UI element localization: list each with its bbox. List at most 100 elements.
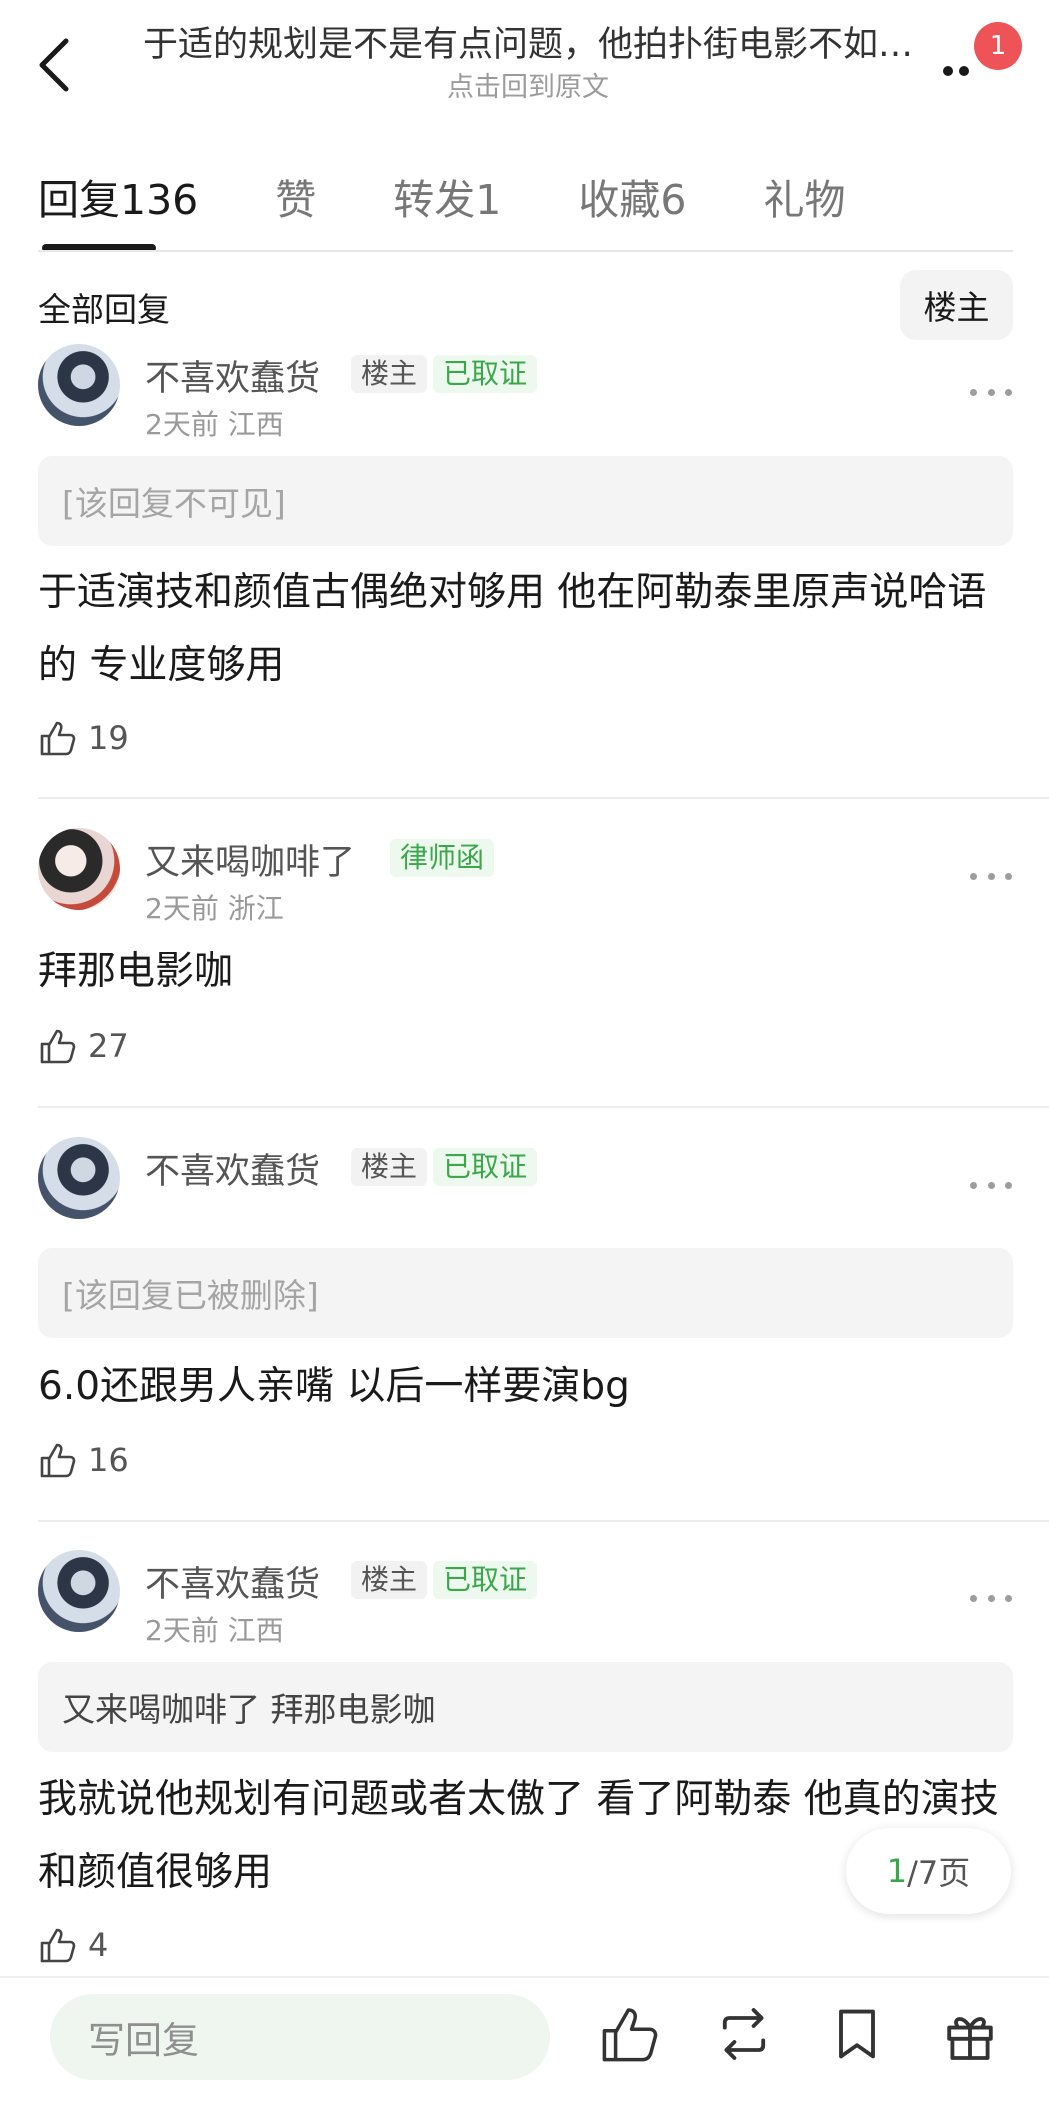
avatar[interactable] <box>38 1550 120 1632</box>
quoted-username: 又来喝咖啡了 <box>62 1690 260 1729</box>
tab-label: 转发 <box>393 176 476 224</box>
thumbs-up-icon <box>40 1443 76 1478</box>
comment-location: 浙江 <box>227 892 284 925</box>
favorite-button[interactable] <box>825 2002 889 2066</box>
divider <box>38 1106 1049 1108</box>
username[interactable]: 不喜欢蠢货 <box>145 1556 320 1607</box>
dot-icon <box>970 1181 977 1189</box>
quoted-text: 拜那电影咖 <box>270 1690 436 1729</box>
comment-location: 江西 <box>227 1614 284 1647</box>
evidence-badge: 已取证 <box>433 1561 538 1599</box>
dot-icon <box>970 388 977 396</box>
comment-meta: 2天前 江西 <box>145 1609 284 1649</box>
bookmark-icon <box>839 2009 875 2059</box>
comment-time: 2天前 <box>145 408 219 441</box>
gift-button[interactable] <box>938 2002 1002 2066</box>
hidden-reply-quote: [该回复不可见] <box>38 456 1013 546</box>
current-page: 1 <box>886 1852 908 1890</box>
tab-reposts[interactable]: 转发1 <box>393 165 501 255</box>
like-button[interactable]: 16 <box>38 1440 129 1480</box>
dot-icon <box>970 872 977 880</box>
comment-more-button[interactable] <box>970 1588 1012 1608</box>
tab-label: 赞 <box>275 176 317 224</box>
username[interactable]: 又来喝咖啡了 <box>145 834 355 885</box>
like-button[interactable]: 27 <box>38 1026 129 1066</box>
comment-more-button[interactable] <box>970 866 1012 886</box>
notification-badge[interactable]: 1 <box>974 22 1022 70</box>
thumbs-up-icon <box>602 2008 658 2062</box>
op-only-filter-button[interactable]: 楼主 <box>900 270 1013 340</box>
comment-body[interactable]: 6.0还跟男人亲嘴 以后一样要演bg <box>38 1350 1013 1423</box>
comment-time: 2天前 <box>145 1614 219 1647</box>
tab-replies[interactable]: 回复136 <box>38 165 198 255</box>
dot-icon <box>987 1594 995 1602</box>
divider <box>38 250 1013 252</box>
bottom-action-bar: 写回复 <box>0 1976 1049 2110</box>
avatar[interactable] <box>38 828 120 910</box>
comment-more-button[interactable] <box>970 1175 1012 1195</box>
like-button[interactable]: 4 <box>38 1925 108 1965</box>
repost-button[interactable] <box>712 2002 776 2066</box>
comment-location: 江西 <box>227 408 284 441</box>
dot-icon <box>987 388 995 396</box>
tab-gifts[interactable]: 礼物 <box>763 165 845 255</box>
like-count: 4 <box>88 1926 109 1964</box>
more-dot-icon <box>959 66 969 76</box>
lawyer-letter-badge: 律师函 <box>390 839 495 877</box>
like-count: 27 <box>88 1027 129 1065</box>
comment-meta: 2天前 浙江 <box>145 887 284 927</box>
divider <box>38 797 1049 799</box>
like-count: 19 <box>88 719 129 757</box>
tab-favorites[interactable]: 收藏6 <box>578 165 686 255</box>
quoted-reply[interactable]: 又来喝咖啡了 拜那电影咖 <box>38 1662 1013 1752</box>
tab-label: 回复 <box>38 176 120 224</box>
comment-body[interactable]: 拜那电影咖 <box>38 935 1013 1008</box>
comment-time: 2天前 <box>145 892 219 925</box>
tab-label: 礼物 <box>763 176 846 224</box>
evidence-badge: 已取证 <box>433 355 538 393</box>
page-indicator[interactable]: 1/7页 <box>846 1828 1011 1914</box>
dot-icon <box>987 872 995 880</box>
thumbs-up-icon <box>40 1029 76 1064</box>
divider <box>38 1520 1049 1522</box>
username[interactable]: 不喜欢蠢货 <box>145 1143 320 1194</box>
dot-icon <box>1005 1181 1012 1189</box>
like-post-button[interactable] <box>598 2002 662 2066</box>
op-badge: 楼主 <box>351 355 428 393</box>
tab-count: 6 <box>660 176 687 224</box>
tab-bar: 回复136 赞 转发1 收藏6 礼物 <box>38 165 922 255</box>
reply-input[interactable]: 写回复 <box>50 1994 550 2080</box>
thumbs-up-icon <box>40 721 76 756</box>
comment-more-button[interactable] <box>970 382 1012 402</box>
repost-icon <box>722 2008 766 2060</box>
username[interactable]: 不喜欢蠢货 <box>145 350 320 401</box>
comment-meta: 2天前 江西 <box>145 403 284 443</box>
comment-body[interactable]: 于适演技和颜值古偶绝对够用 他在阿勒泰里原声说哈语的 专业度够用 <box>38 556 1013 702</box>
gift-icon <box>947 2017 993 2060</box>
top-bar: 于适的规划是不是有点问题，他拍扑街电影不如… 点击回到原文 1 <box>0 0 1049 140</box>
like-count: 16 <box>88 1441 129 1479</box>
dot-icon <box>987 1181 995 1189</box>
more-dot-icon <box>943 66 953 76</box>
avatar[interactable] <box>38 1137 120 1219</box>
dot-icon <box>1005 1594 1012 1602</box>
back-button[interactable] <box>28 30 78 100</box>
tab-count: 1 <box>475 176 502 224</box>
tab-likes[interactable]: 赞 <box>275 165 316 255</box>
back-to-post-hint[interactable]: 点击回到原文 <box>118 68 938 108</box>
dot-icon <box>1005 872 1012 880</box>
title-area[interactable]: 于适的规划是不是有点问题，他拍扑街电影不如… 点击回到原文 <box>118 22 938 108</box>
all-replies-label: 全部回复 <box>38 290 170 329</box>
post-title[interactable]: 于适的规划是不是有点问题，他拍扑街电影不如… <box>118 22 938 68</box>
total-pages: /7页 <box>907 1854 971 1892</box>
deleted-reply-quote: [该回复已被删除] <box>38 1248 1013 1338</box>
thumbs-up-icon <box>40 1928 76 1963</box>
tab-label: 收藏 <box>578 176 661 224</box>
dot-icon <box>1005 388 1012 396</box>
tab-count: 136 <box>120 176 199 224</box>
chevron-left-icon <box>39 38 69 92</box>
avatar[interactable] <box>38 344 120 426</box>
op-badge: 楼主 <box>351 1561 428 1599</box>
op-badge: 楼主 <box>351 1148 428 1186</box>
like-button[interactable]: 19 <box>38 718 129 758</box>
